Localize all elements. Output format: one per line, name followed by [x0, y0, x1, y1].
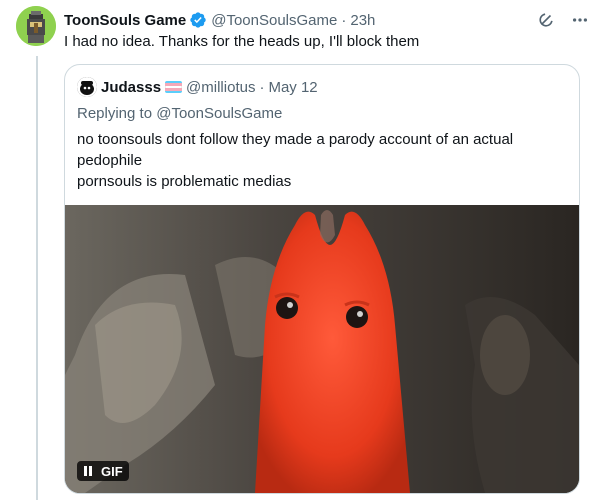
quoted-tweet[interactable]: Judasss @milliotus · May 12 Replying to …: [64, 64, 580, 494]
tweet-header: ToonSouls Game @ToonSoulsGame · 23h: [64, 10, 590, 30]
quote-date[interactable]: May 12: [268, 79, 317, 96]
quote-author-name[interactable]: Judasss: [101, 79, 161, 96]
author-name[interactable]: ToonSouls Game: [64, 12, 186, 29]
quote-body-line: pornsouls is problematic medias: [77, 173, 292, 190]
gif-frame: [65, 205, 579, 493]
quote-separator: ·: [259, 78, 265, 96]
quote-author-handle[interactable]: @milliotus: [186, 79, 255, 96]
gif-badge[interactable]: GIF: [77, 461, 129, 481]
gif-media[interactable]: GIF: [65, 205, 579, 493]
avatar[interactable]: [16, 6, 56, 46]
grok-icon[interactable]: [536, 10, 556, 30]
tweet-text: I had no idea. Thanks for the heads up, …: [64, 33, 420, 50]
quote-body-line: pedophile: [77, 152, 143, 169]
verified-badge-icon: [189, 11, 207, 29]
replying-to[interactable]: Replying to @ToonSoulsGame: [77, 105, 282, 122]
quote-avatar[interactable]: [77, 77, 97, 97]
more-icon[interactable]: [570, 10, 590, 30]
author-handle[interactable]: @ToonSoulsGame: [211, 12, 337, 29]
separator: ·: [341, 11, 347, 29]
pause-icon[interactable]: [81, 464, 95, 478]
gif-label: GIF: [101, 463, 123, 479]
tweet-time[interactable]: 23h: [350, 12, 375, 29]
quote-body-line: no toonsouls dont follow they made a par…: [77, 131, 514, 148]
quote-body: no toonsouls dont follow they made a par…: [77, 129, 557, 192]
trans-flag-icon: [165, 81, 183, 93]
thread-line: [36, 56, 38, 500]
quote-header: Judasss @milliotus · May 12: [77, 77, 318, 97]
